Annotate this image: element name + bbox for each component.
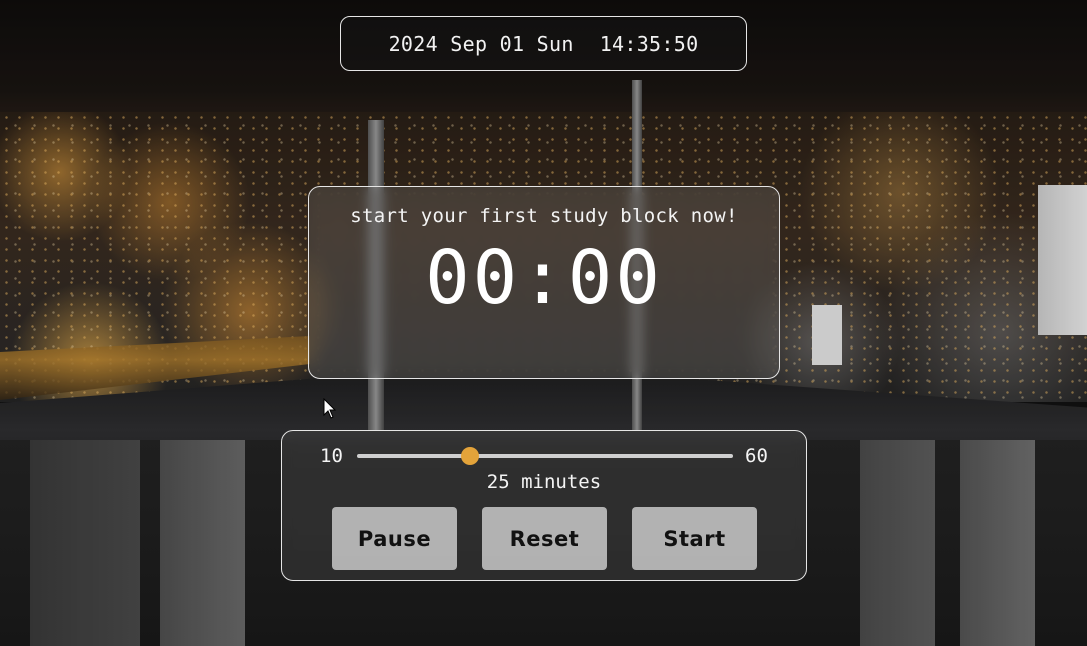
app-window: 2024 Sep 01 Sun 14:35:50 start your firs… xyxy=(0,0,1087,646)
duration-slider-row: 10 60 xyxy=(282,443,806,469)
slider-max-label: 60 xyxy=(745,445,768,467)
duration-slider[interactable] xyxy=(357,447,733,465)
date-text: 2024 Sep 01 Sun xyxy=(388,31,574,56)
timer-message: start your first study block now! xyxy=(350,205,738,227)
reset-button[interactable]: Reset xyxy=(482,507,607,570)
slider-thumb[interactable] xyxy=(460,447,479,465)
slider-min-label: 10 xyxy=(320,445,343,467)
controls-card: 10 60 25 minutes Pause Reset Start xyxy=(281,430,807,581)
duration-label: 25 minutes xyxy=(486,471,602,493)
datetime-bar: 2024 Sep 01 Sun 14:35:50 xyxy=(340,16,747,71)
pause-button[interactable]: Pause xyxy=(332,507,457,570)
button-row: Pause Reset Start xyxy=(332,507,762,571)
clock-text: 14:35:50 xyxy=(599,31,699,56)
timer-card: start your first study block now! 00:00 xyxy=(308,186,780,379)
mouse-cursor-icon xyxy=(323,398,337,419)
timer-display: 00:00 xyxy=(425,235,663,321)
start-button[interactable]: Start xyxy=(632,507,757,570)
